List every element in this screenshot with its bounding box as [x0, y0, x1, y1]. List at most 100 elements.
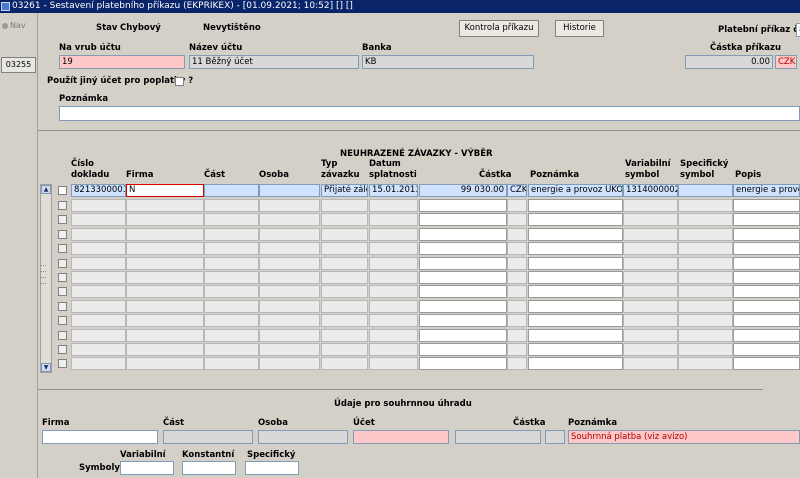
order-number-field[interactable]: 8 — [796, 23, 800, 37]
row-checkbox[interactable] — [58, 215, 67, 225]
cell-vs[interactable] — [623, 242, 678, 256]
history-button[interactable]: Historie — [555, 20, 604, 37]
table-row[interactable] — [58, 357, 800, 371]
cell-datum[interactable] — [369, 213, 418, 227]
row-checkbox[interactable] — [58, 258, 67, 268]
cell-popis[interactable] — [733, 357, 800, 371]
code-button[interactable]: 03255 — [1, 57, 36, 73]
cell-cast[interactable] — [204, 285, 259, 299]
cell-mena[interactable] — [507, 343, 527, 356]
cell-osoba[interactable] — [259, 285, 320, 299]
cell-firma[interactable] — [126, 285, 204, 299]
cell-popis[interactable] — [733, 227, 800, 241]
cell-castka[interactable] — [419, 299, 507, 313]
cell-vs[interactable] — [623, 271, 678, 284]
row-checkbox[interactable] — [58, 345, 67, 354]
cell-popis[interactable] — [733, 199, 800, 212]
cell-poznamka[interactable] — [528, 256, 623, 270]
cell-popis[interactable] — [733, 242, 800, 256]
cell-castka[interactable] — [419, 256, 507, 270]
cell-poznamka[interactable] — [528, 271, 623, 284]
cell-ss[interactable] — [678, 285, 733, 299]
cell-typ[interactable] — [321, 314, 368, 328]
table-row[interactable] — [58, 343, 800, 356]
row-checkbox[interactable] — [58, 301, 67, 311]
cell-cast[interactable] — [204, 199, 259, 212]
scroll-down-button[interactable]: ▼ — [41, 363, 51, 372]
cell-cast[interactable] — [204, 299, 259, 313]
cell-ss[interactable] — [678, 213, 733, 227]
cell-vs[interactable] — [623, 328, 678, 342]
cell-typ[interactable] — [321, 256, 368, 270]
cell-mena[interactable] — [507, 299, 527, 313]
cell-castka[interactable] — [419, 242, 507, 256]
cell-popis[interactable] — [733, 213, 800, 227]
cell-poznamka[interactable] — [528, 328, 623, 342]
cell-doc[interactable] — [71, 227, 126, 241]
cell-ss[interactable] — [678, 256, 733, 270]
cell-osoba[interactable] — [259, 299, 320, 313]
cell-datum[interactable] — [369, 199, 418, 212]
cell-typ[interactable] — [321, 285, 368, 299]
cell-vs[interactable] — [623, 256, 678, 270]
cell-castka[interactable] — [419, 357, 507, 371]
row-checkbox[interactable] — [58, 316, 67, 326]
table-row[interactable] — [58, 227, 800, 241]
cell-osoba[interactable] — [259, 184, 320, 197]
cell-vs[interactable] — [623, 314, 678, 328]
cell-datum[interactable] — [369, 242, 418, 256]
cell-poznamka[interactable] — [528, 227, 623, 241]
cell-ss[interactable] — [678, 314, 733, 328]
summary-ucet-field[interactable] — [353, 430, 449, 444]
cell-datum[interactable] — [369, 256, 418, 270]
cell-typ[interactable] — [321, 271, 368, 284]
cell-popis[interactable] — [733, 343, 800, 356]
cell-datum[interactable] — [369, 328, 418, 342]
table-row[interactable] — [58, 199, 800, 212]
cell-typ[interactable] — [321, 357, 368, 371]
row-checkbox[interactable] — [58, 359, 67, 369]
cell-vs[interactable] — [623, 227, 678, 241]
cell-mena[interactable] — [507, 314, 527, 328]
cell-ss[interactable] — [678, 343, 733, 356]
cell-popis[interactable] — [733, 256, 800, 270]
cell-poznamka[interactable] — [528, 242, 623, 256]
cell-doc[interactable] — [71, 299, 126, 313]
summary-firma-field[interactable] — [42, 430, 158, 444]
cell-doc[interactable] — [71, 256, 126, 270]
cell-firma[interactable] — [126, 227, 204, 241]
symbol-vs-field[interactable] — [120, 461, 174, 475]
cell-ss[interactable] — [678, 242, 733, 256]
cell-cast[interactable] — [204, 357, 259, 371]
cell-datum[interactable] — [369, 271, 418, 284]
cell-cast[interactable] — [204, 256, 259, 270]
cell-popis[interactable] — [733, 328, 800, 342]
cell-poznamka[interactable] — [528, 343, 623, 356]
cell-doc[interactable] — [71, 343, 126, 356]
cell-firma[interactable] — [126, 199, 204, 212]
cell-castka[interactable] — [419, 213, 507, 227]
cell-vs[interactable] — [623, 343, 678, 356]
check-order-button[interactable]: Kontrola příkazu — [459, 20, 539, 37]
cell-vs[interactable] — [623, 285, 678, 299]
scroll-up-button[interactable]: ▲ — [41, 185, 51, 194]
note-field[interactable] — [59, 106, 800, 121]
cell-datum[interactable] — [369, 227, 418, 241]
cell-firma[interactable] — [126, 314, 204, 328]
cell-doc[interactable] — [71, 213, 126, 227]
cell-ss[interactable] — [678, 299, 733, 313]
cell-cast[interactable] — [204, 343, 259, 356]
other-account-checkbox[interactable] — [175, 77, 184, 86]
cell-mena[interactable] — [507, 256, 527, 270]
row-checkbox[interactable] — [58, 330, 67, 340]
cell-typ[interactable] — [321, 242, 368, 256]
cell-vs[interactable] — [623, 299, 678, 313]
row-checkbox[interactable] — [58, 186, 67, 195]
table-row[interactable] — [58, 242, 800, 256]
cell-cast[interactable] — [204, 213, 259, 227]
cell-ss[interactable] — [678, 184, 733, 197]
cell-mena[interactable] — [507, 285, 527, 299]
cell-popis[interactable] — [733, 285, 800, 299]
cell-typ[interactable] — [321, 213, 368, 227]
cell-cast[interactable] — [204, 328, 259, 342]
